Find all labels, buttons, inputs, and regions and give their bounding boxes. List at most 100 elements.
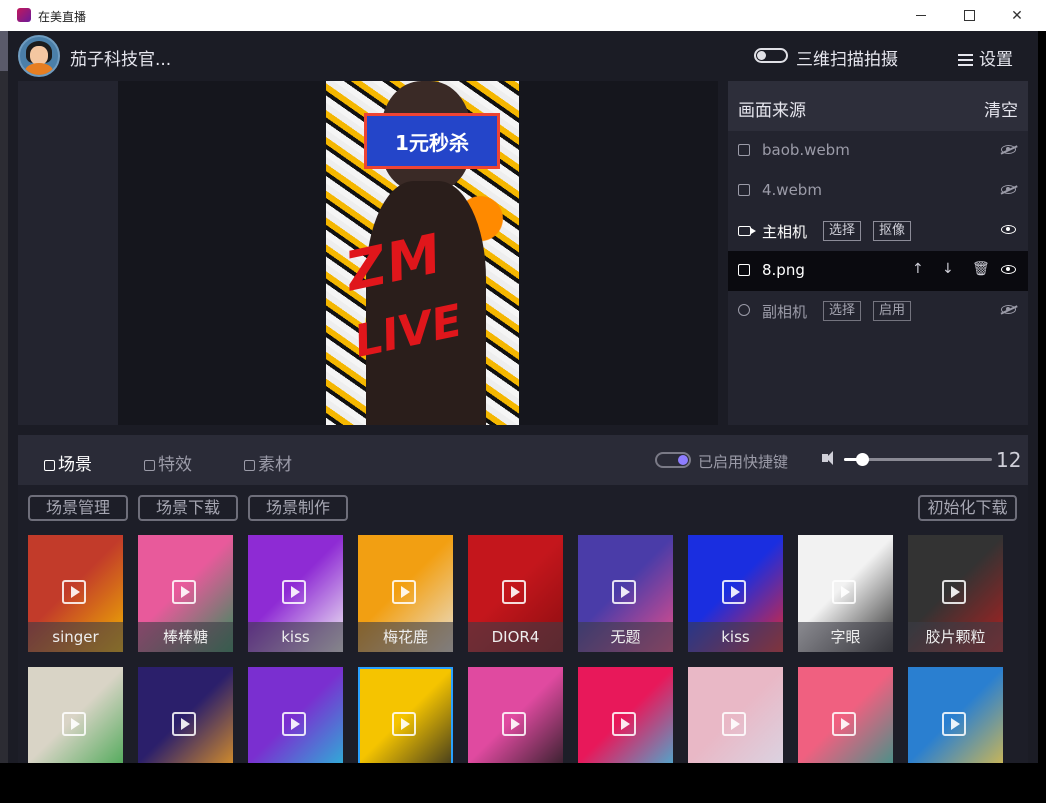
image-icon — [738, 184, 750, 196]
source-panel-title: 画面来源 — [738, 101, 806, 121]
play-icon[interactable] — [502, 580, 526, 604]
eye-icon[interactable] — [1001, 225, 1016, 234]
volume-icon[interactable] — [822, 451, 833, 465]
source-panel: 画面来源 清空 baob.webm 4.webm 主相机 选择 抠像 8.png… — [728, 81, 1028, 425]
play-icon[interactable] — [392, 580, 416, 604]
source-row[interactable]: 副相机 选择 启用 — [728, 291, 1028, 331]
tab-materials[interactable]: 素材 — [244, 450, 292, 475]
play-icon[interactable] — [172, 712, 196, 736]
source-row[interactable]: baob.webm — [728, 131, 1028, 171]
tab-label: 场景 — [58, 455, 92, 475]
eye-off-icon[interactable] — [1001, 185, 1016, 194]
volume-value: 12 — [996, 448, 1022, 472]
scene-label: DIOR4 — [468, 622, 563, 652]
select-camera-button[interactable]: 选择 — [823, 221, 862, 241]
move-down-icon[interactable]: ↓ — [942, 261, 954, 277]
tab-effects[interactable]: 特效 — [144, 450, 192, 475]
play-icon[interactable] — [942, 712, 966, 736]
promo-banner: 1元秒杀 — [364, 113, 500, 169]
source-name: 4.webm — [762, 181, 822, 199]
scene-thumbnail[interactable]: DIOR4 — [468, 535, 563, 652]
scene-thumbnail[interactable]: kiss — [248, 535, 343, 652]
avatar-body — [25, 63, 53, 75]
avatar[interactable] — [18, 35, 60, 77]
scene-grid: 场景管理 场景下载 场景制作 初始化下载 singer 棒棒糖 kiss 梅花鹿 DIO… — [18, 485, 1028, 784]
scene-thumbnail[interactable]: 胶片颗粒 — [908, 535, 1003, 652]
move-up-icon[interactable]: ↑ — [912, 261, 924, 277]
eye-off-icon[interactable] — [1001, 145, 1016, 154]
close-button[interactable]: ✕ — [994, 0, 1040, 31]
scene-manage-button[interactable]: 场景管理 — [28, 495, 128, 521]
source-row[interactable]: 4.webm — [728, 171, 1028, 211]
scene-label: kiss — [248, 622, 343, 652]
play-icon[interactable] — [62, 712, 86, 736]
maximize-button[interactable] — [946, 0, 992, 31]
source-row-selected[interactable]: 8.png ↑ ↓ 🗑 — [728, 251, 1028, 291]
scene-thumbnail[interactable]: 字眼 — [798, 535, 893, 652]
source-name: 8.png — [762, 261, 805, 279]
scene-thumbnail[interactable]: 棒棒糖 — [138, 535, 233, 652]
minimize-icon — [916, 15, 926, 16]
settings-button[interactable]: 设置 — [958, 45, 1013, 70]
scene-create-button[interactable]: 场景制作 — [248, 495, 348, 521]
scene-label: 字眼 — [798, 622, 893, 652]
close-icon: ✕ — [1011, 7, 1023, 24]
scene-icon — [44, 459, 55, 471]
menu-icon — [958, 54, 973, 66]
play-icon[interactable] — [832, 712, 856, 736]
play-icon[interactable] — [612, 580, 636, 604]
keying-button[interactable]: 抠像 — [873, 221, 912, 241]
eye-off-icon[interactable] — [1001, 305, 1016, 314]
taskbar-area — [0, 763, 1046, 803]
scene-thumbnail[interactable]: kiss — [688, 535, 783, 652]
play-icon[interactable] — [832, 580, 856, 604]
volume-knob[interactable] — [855, 453, 869, 466]
play-icon[interactable] — [612, 712, 636, 736]
app-logo-icon — [17, 8, 31, 22]
app-window: 茄子科技官... 三维扫描拍摄 设置 1元秒杀 ZM LIVE 画面来源 清空 … — [8, 31, 1038, 784]
play-icon[interactable] — [172, 580, 196, 604]
settings-label: 设置 — [979, 50, 1013, 70]
play-icon[interactable] — [722, 580, 746, 604]
play-icon[interactable] — [722, 712, 746, 736]
3d-scan-label: 三维扫描拍摄 — [796, 50, 898, 70]
play-icon[interactable] — [62, 580, 86, 604]
minimize-button[interactable] — [898, 0, 944, 31]
init-download-button[interactable]: 初始化下载 — [918, 495, 1017, 521]
source-name: 副相机 — [762, 303, 808, 321]
scene-thumbnail[interactable]: 梅花鹿 — [358, 535, 453, 652]
trash-icon[interactable]: 🗑 — [972, 261, 990, 277]
scene-thumbnail[interactable]: 无题 — [578, 535, 673, 652]
scene-label: 梅花鹿 — [358, 622, 453, 652]
play-icon[interactable] — [392, 712, 416, 736]
tab-scene[interactable]: 场景 — [44, 450, 92, 475]
play-icon[interactable] — [502, 712, 526, 736]
3d-scan-toggle[interactable] — [754, 48, 788, 63]
clear-button[interactable]: 清空 — [984, 96, 1018, 121]
play-icon[interactable] — [282, 712, 306, 736]
scene-label: 无题 — [578, 622, 673, 652]
maximize-icon — [963, 10, 975, 21]
source-row[interactable]: 主相机 选择 抠像 — [728, 211, 1028, 251]
preview-canvas[interactable]: 1元秒杀 ZM LIVE — [326, 81, 519, 425]
play-icon[interactable] — [942, 580, 966, 604]
username[interactable]: 茄子科技官... — [70, 45, 171, 70]
hotkey-toggle[interactable] — [655, 452, 691, 468]
volume-slider[interactable] — [844, 453, 992, 466]
hotkey-label: 已启用快捷键 — [698, 453, 789, 471]
promo-banner-text: 1元秒杀 — [395, 130, 469, 155]
scene-download-button[interactable]: 场景下载 — [138, 495, 238, 521]
window-title: 在美直播 — [38, 10, 87, 24]
source-name: baob.webm — [762, 141, 850, 159]
image-icon — [738, 144, 750, 156]
play-icon[interactable] — [282, 580, 306, 604]
scene-label: 棒棒糖 — [138, 622, 233, 652]
bottom-tab-bar: 场景 特效 素材 已启用快捷键 12 — [18, 435, 1028, 485]
edge-highlight — [0, 31, 8, 71]
left-side-panel — [18, 81, 118, 425]
select-camera-button[interactable]: 选择 — [823, 301, 862, 321]
scene-thumbnail[interactable]: singer — [28, 535, 123, 652]
eye-icon[interactable] — [1001, 265, 1016, 274]
camera-icon — [738, 226, 756, 236]
enable-button[interactable]: 启用 — [873, 301, 912, 321]
